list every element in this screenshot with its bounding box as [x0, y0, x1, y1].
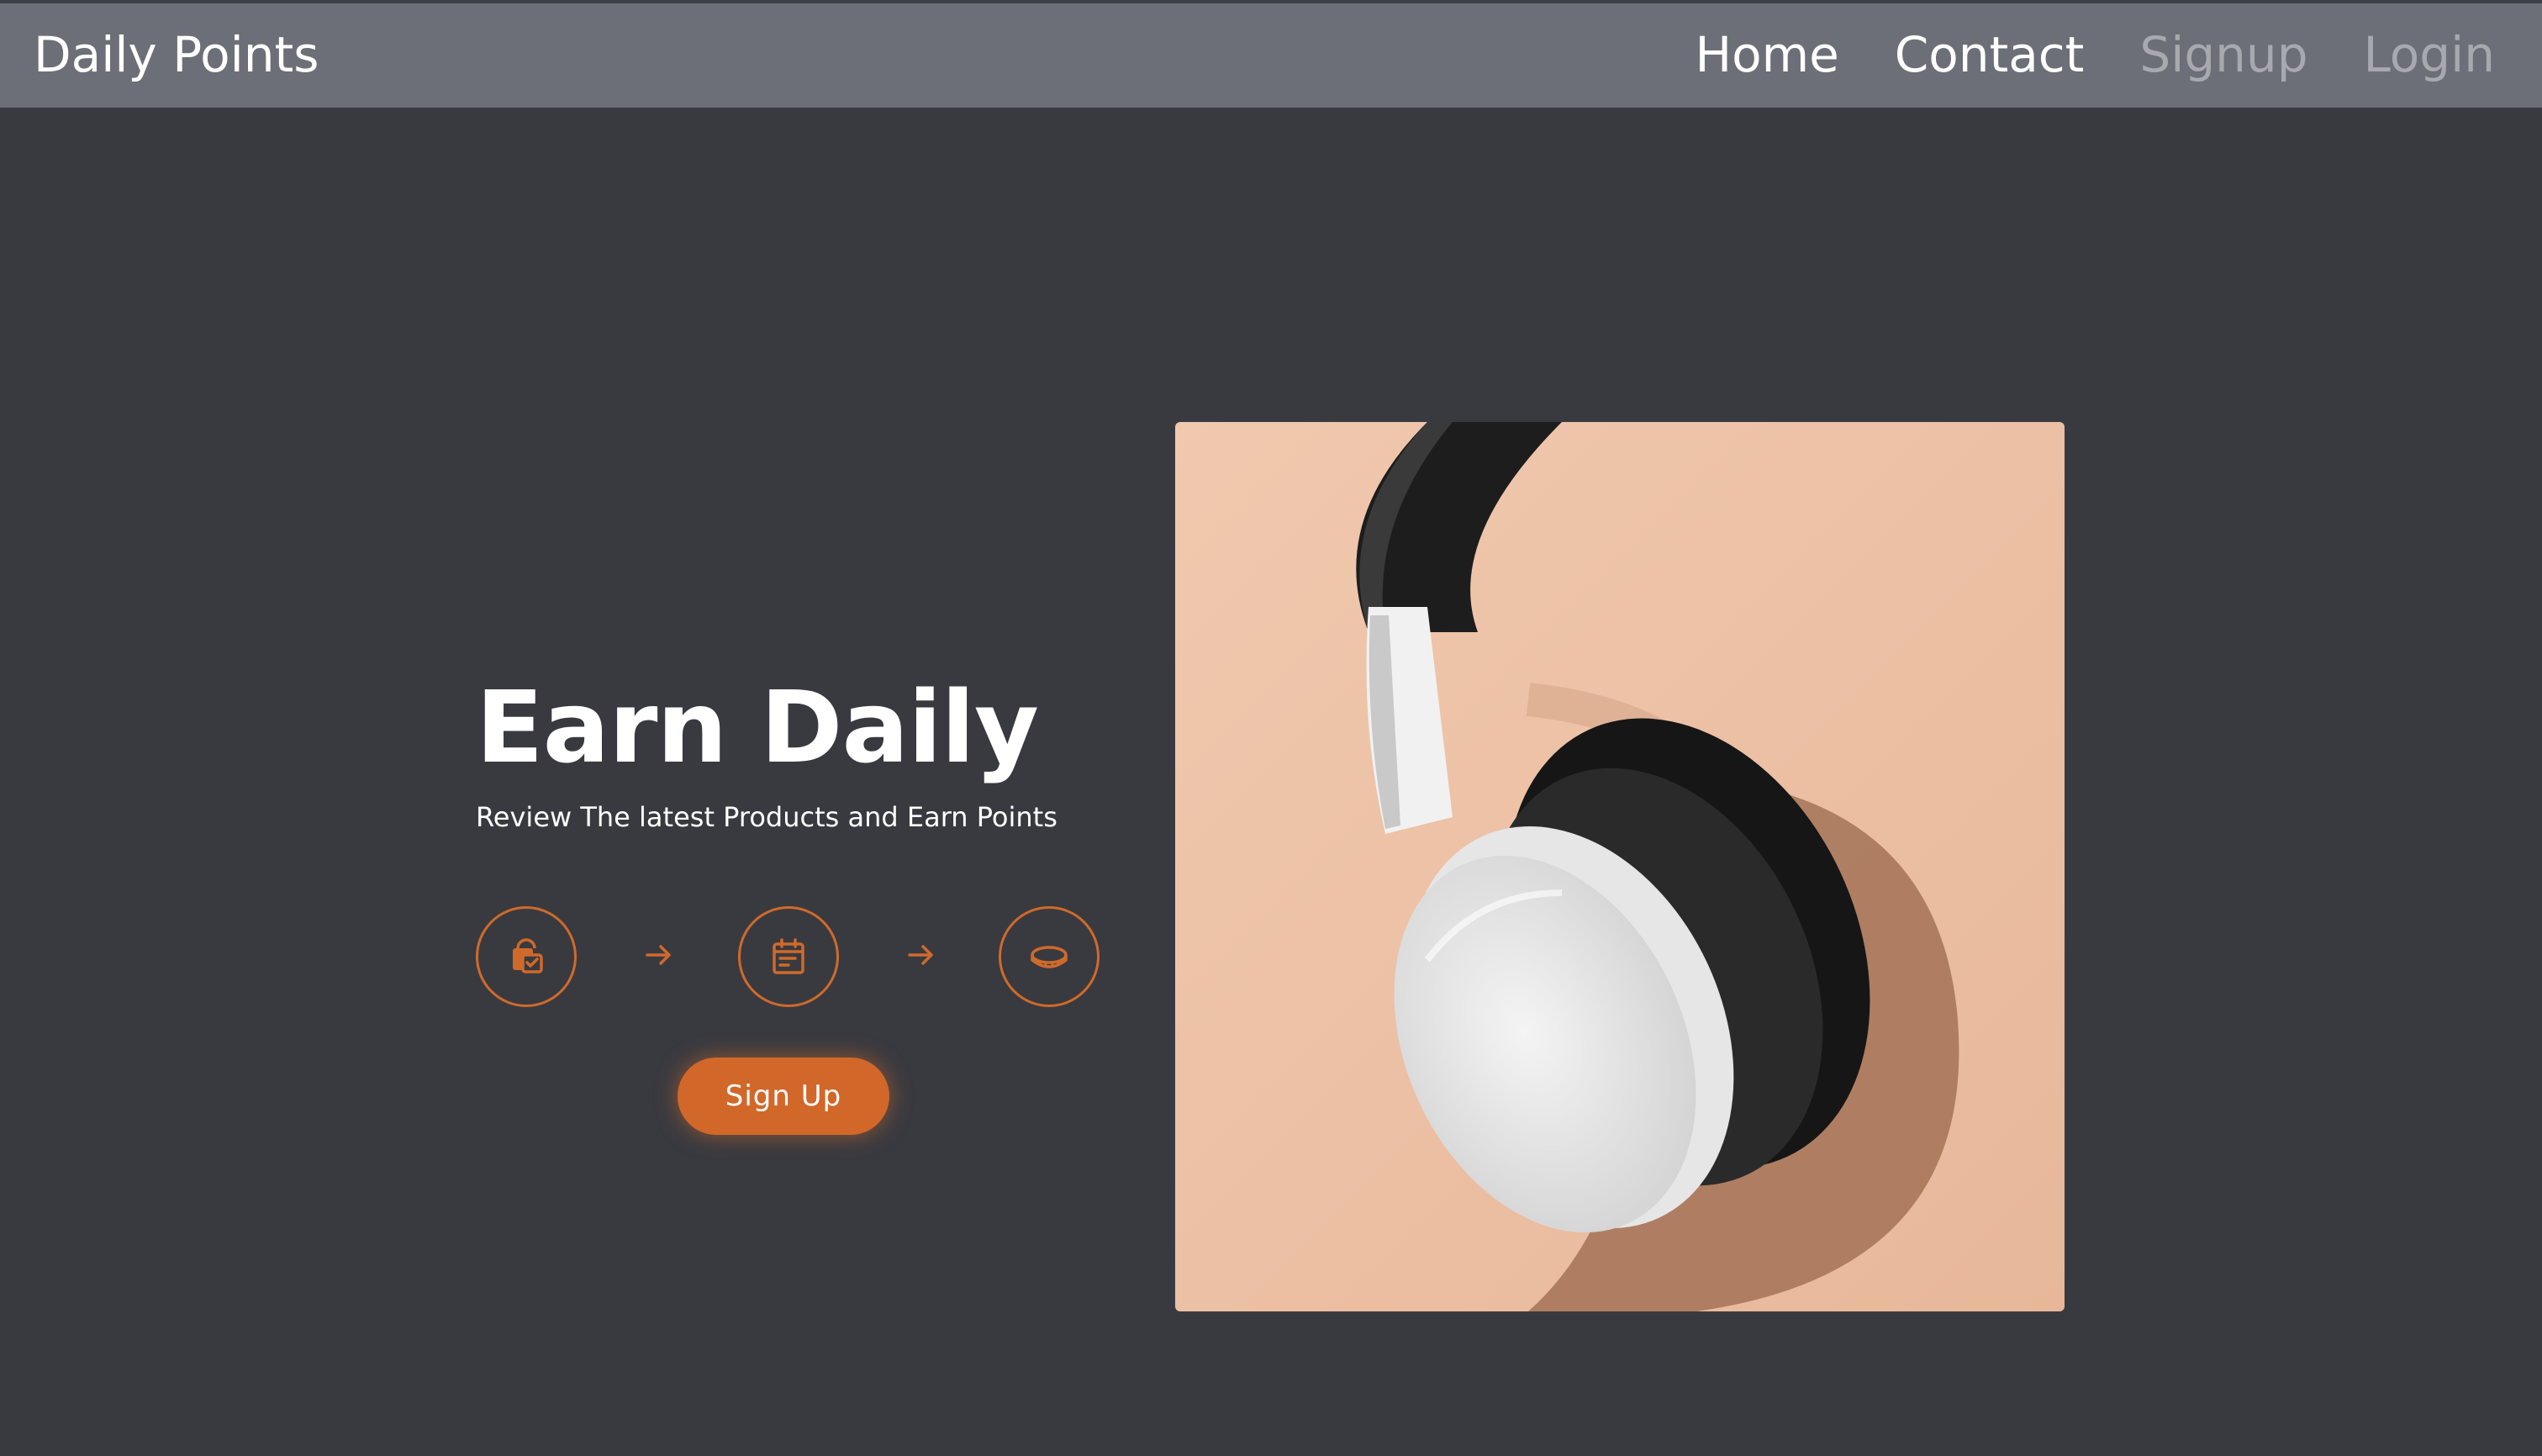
hero-subtitle: Review The latest Products and Earn Poin…: [476, 801, 1057, 833]
top-navbar: Daily Points Home Contact Signup Login: [0, 0, 2542, 108]
step-daily-calendar: [738, 906, 839, 1007]
sign-up-button[interactable]: Sign Up: [678, 1058, 889, 1135]
steps-row: [476, 906, 1101, 1007]
hero-title: Earn Daily: [476, 669, 1039, 785]
step-earn-coins: [999, 906, 1100, 1007]
headphones-photo: [1175, 422, 2065, 1311]
brand-logo-link[interactable]: Daily Points: [34, 25, 319, 84]
nav-link-signup[interactable]: Signup: [2139, 25, 2307, 84]
calendar-note-icon: [773, 938, 804, 974]
arrow-right-icon: [908, 945, 933, 965]
nav-link-home[interactable]: Home: [1695, 25, 1838, 84]
arrow-right-icon: [646, 945, 671, 965]
main-nav: Home Contact Signup Login: [1695, 25, 2495, 84]
nav-link-contact[interactable]: Contact: [1895, 25, 2085, 84]
coin-icon: [1031, 946, 1068, 968]
shopping-bag-check-icon: [513, 938, 543, 973]
step-review-product: [476, 906, 577, 1007]
page: Daily Points Home Contact Signup Login E…: [0, 0, 2542, 1456]
nav-link-login[interactable]: Login: [2364, 25, 2495, 84]
hero-product-image: [1175, 422, 2065, 1311]
